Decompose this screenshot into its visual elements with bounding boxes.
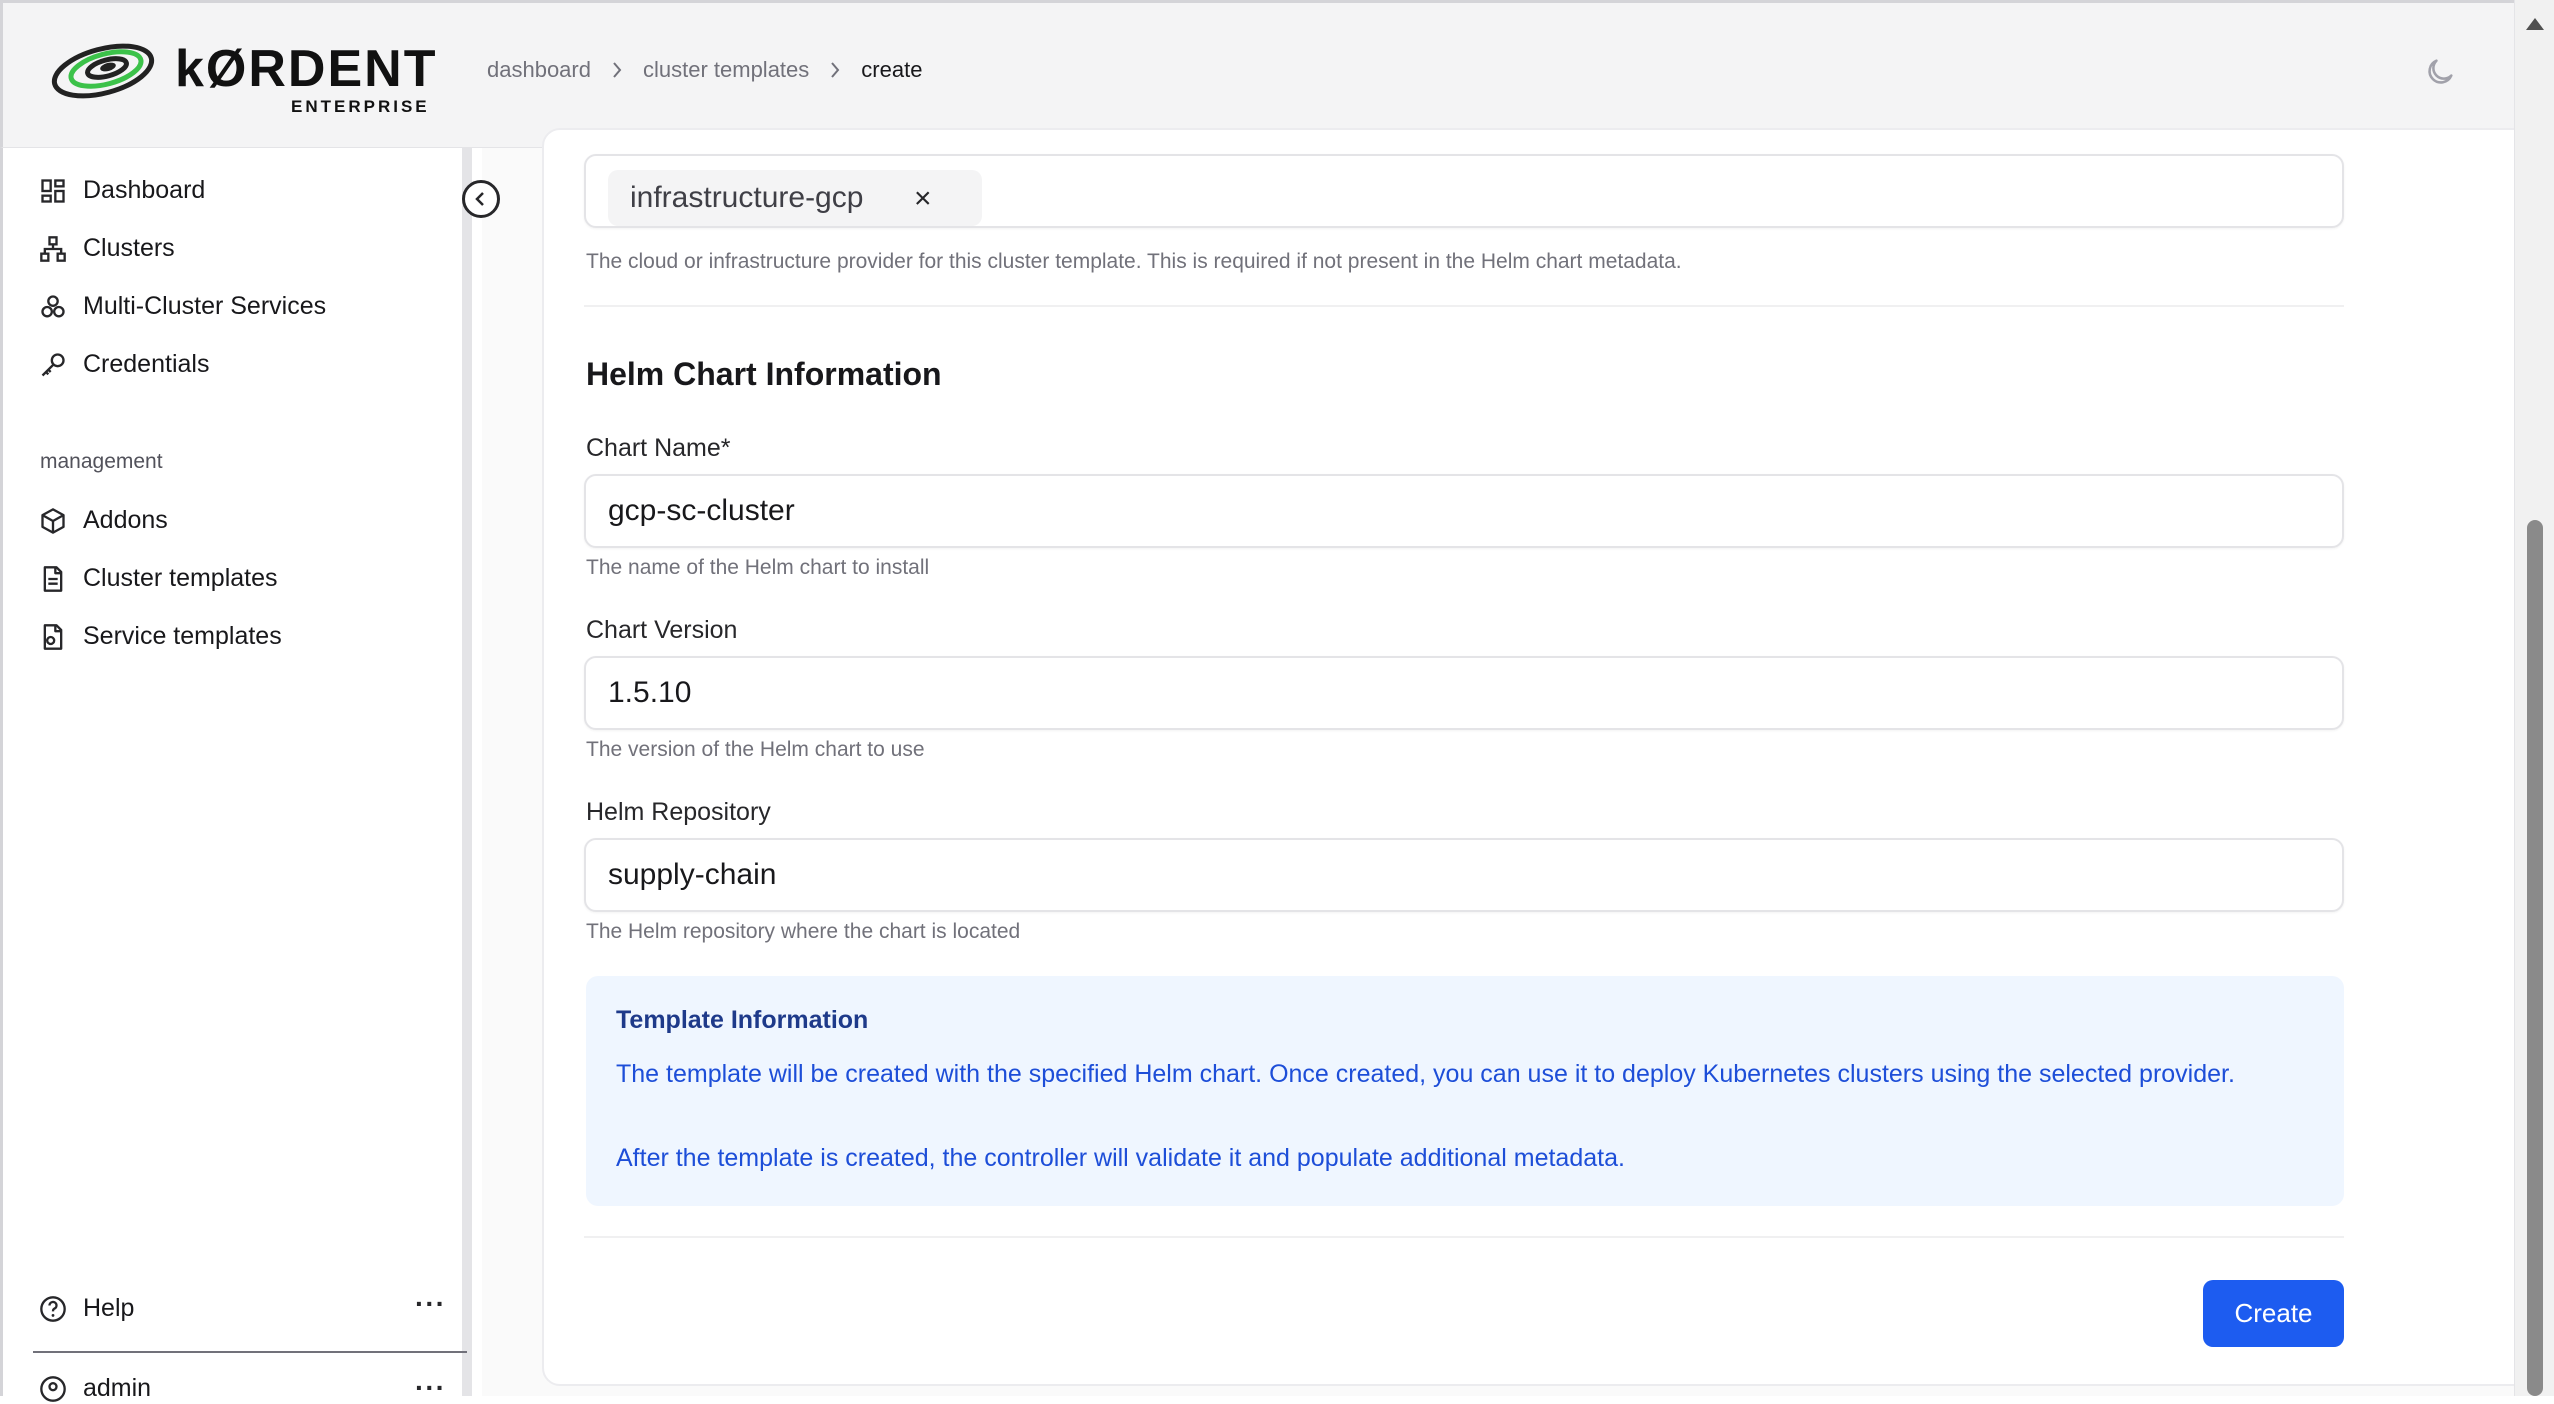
- chart-version-input[interactable]: 1.5.10: [584, 656, 2344, 730]
- logo-swirl-icon: [51, 43, 155, 99]
- file-gear-icon: [43, 623, 63, 650]
- sidebar-item-label: Clusters: [83, 234, 175, 262]
- main-content: [482, 128, 2542, 1396]
- template-info-panel: Template Information The template will b…: [586, 976, 2344, 1206]
- helm-repository-select[interactable]: supply-chain: [584, 838, 2344, 912]
- chevron-left-icon: [475, 192, 484, 206]
- app-window: kØRDENT ENTERPRISE dashboard cluster tem…: [0, 0, 2554, 1403]
- brand-subtitle: ENTERPRISE: [291, 97, 430, 116]
- provider-help: The cloud or infrastructure provider for…: [586, 250, 1682, 273]
- chevron-right-icon: [831, 62, 840, 78]
- user-more-icon[interactable]: ···: [415, 1372, 446, 1404]
- scrollbar-thumb[interactable]: [2527, 520, 2543, 1396]
- sidebar-item-clusters[interactable]: Clusters: [39, 234, 175, 263]
- scroll-up-arrow-icon[interactable]: [2526, 18, 2544, 30]
- sidebar-item-label: Multi-Cluster Services: [83, 292, 327, 320]
- help-circle-icon: [40, 1295, 66, 1322]
- chart-name-help: The name of the Helm chart to install: [586, 556, 930, 579]
- sidebar: Dashboard Clusters Multi-Cluster Service…: [0, 148, 472, 1403]
- sidebar-item-multi-cluster-services[interactable]: Multi-Cluster Services: [39, 292, 326, 321]
- provider-chip: infrastructure-gcp ×: [608, 170, 982, 226]
- top-header: kØRDENT ENTERPRISE dashboard cluster tem…: [0, 0, 2514, 148]
- box-icon: [41, 507, 65, 534]
- info-paragraph-1: The template will be created with the sp…: [616, 1060, 2235, 1088]
- create-button[interactable]: Create: [2203, 1280, 2344, 1347]
- user-circle-icon: [40, 1375, 66, 1402]
- chart-name-input[interactable]: gcp-sc-cluster: [584, 474, 2344, 548]
- collapse-sidebar-button[interactable]: [462, 180, 500, 218]
- provider-chip-label: infrastructure-gcp: [630, 181, 864, 214]
- multi-cluster-icon: [41, 294, 65, 317]
- sidebar-item-addons[interactable]: Addons: [39, 506, 168, 535]
- moon-icon[interactable]: [2423, 55, 2457, 89]
- sidebar-item-user[interactable]: admin: [39, 1374, 151, 1403]
- sidebar-item-credentials[interactable]: Credentials: [39, 350, 209, 379]
- chart-name-label: Chart Name*: [586, 434, 731, 462]
- helm-repository-help: The Helm repository where the chart is l…: [586, 920, 1021, 943]
- sidebar-item-label: Cluster templates: [83, 564, 278, 592]
- info-paragraph-2: After the template is created, the contr…: [616, 1144, 1625, 1172]
- chart-version-help: The version of the Helm chart to use: [586, 738, 925, 761]
- section-divider: [584, 305, 2344, 307]
- sidebar-item-label: Credentials: [83, 350, 210, 378]
- management-section-label: management: [40, 450, 163, 473]
- breadcrumb: dashboard cluster templates create: [487, 57, 922, 83]
- sidebar-item-label: Help: [83, 1294, 135, 1322]
- key-icon: [41, 352, 65, 376]
- brand-name: kØRDENT: [175, 40, 438, 98]
- info-title: Template Information: [616, 1006, 869, 1034]
- chart-version-label: Chart Version: [586, 616, 738, 644]
- sidebar-item-label: Addons: [83, 506, 168, 534]
- scrollbar[interactable]: [2514, 0, 2554, 1396]
- sidebar-item-cluster-templates[interactable]: Cluster templates: [39, 564, 278, 593]
- close-icon[interactable]: ×: [914, 182, 932, 216]
- chevron-right-icon: [613, 62, 622, 78]
- sidebar-item-help[interactable]: Help: [39, 1294, 134, 1323]
- clusters-icon: [40, 235, 66, 262]
- breadcrumb-cluster-templates[interactable]: cluster templates: [643, 57, 809, 83]
- footer-divider: [584, 1236, 2344, 1238]
- sidebar-item-label: Service templates: [83, 622, 282, 650]
- user-name: admin: [83, 1374, 152, 1402]
- sidebar-item-dashboard[interactable]: Dashboard: [39, 176, 205, 205]
- breadcrumb-current: create: [861, 57, 923, 82]
- brand-logo[interactable]: kØRDENT ENTERPRISE: [51, 31, 435, 121]
- sidebar-divider: [33, 1351, 467, 1353]
- sidebar-item-label: Dashboard: [83, 176, 206, 204]
- breadcrumb-dashboard[interactable]: dashboard: [487, 57, 591, 83]
- sidebar-item-service-templates[interactable]: Service templates: [39, 622, 282, 651]
- helm-repository-label: Helm Repository: [586, 798, 771, 826]
- section-title: Helm Chart Information: [586, 356, 942, 392]
- help-more-icon[interactable]: ···: [415, 1288, 446, 1320]
- file-icon: [43, 565, 63, 592]
- dashboard-icon: [41, 178, 65, 203]
